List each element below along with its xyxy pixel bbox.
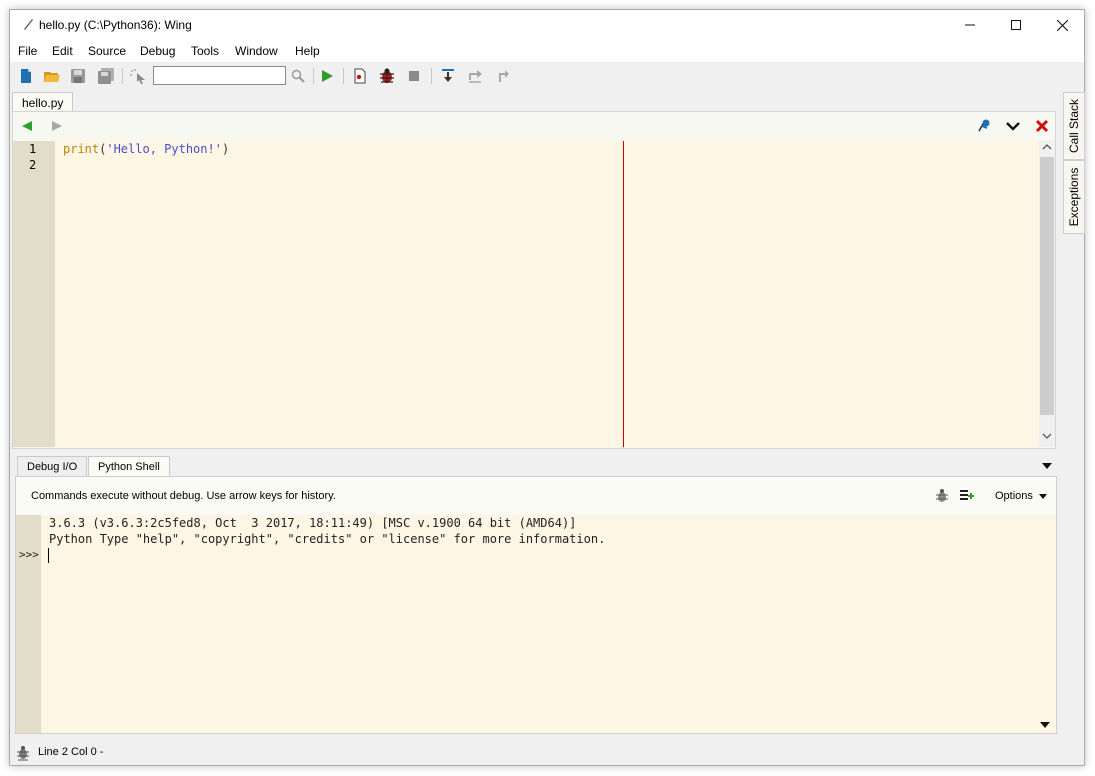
line-number: 1 [29, 142, 37, 156]
scroll-up-icon[interactable] [1039, 142, 1055, 156]
window-title: hello.py (C:\Python36): Wing [39, 18, 192, 32]
menu-tools[interactable]: Tools [191, 44, 219, 58]
toolbar-separator [122, 68, 123, 84]
code-paren-close: ) [221, 142, 230, 156]
code-editor[interactable]: print('Hello, Python!') [55, 141, 1039, 447]
code-line: print('Hello, Python!') [63, 142, 229, 156]
chevron-down-icon[interactable] [1003, 116, 1023, 136]
open-folder-icon[interactable] [42, 66, 62, 86]
panel-menu-arrow-icon[interactable] [1042, 461, 1054, 471]
side-panel-arrow-icon[interactable] [1040, 720, 1052, 730]
tab-exceptions[interactable]: Exceptions [1063, 160, 1085, 234]
toolbar-separator [431, 68, 432, 84]
wing-app-icon [21, 17, 35, 31]
close-editor-icon[interactable] [1032, 116, 1052, 136]
toolbar-separator [313, 68, 314, 84]
shell-prompt: >>> [19, 548, 39, 561]
options-dropdown-icon [1039, 494, 1048, 499]
options-label: Options [995, 490, 1033, 502]
text-caret [48, 548, 49, 563]
tab-hello-py[interactable]: hello.py [12, 92, 74, 112]
step-out-icon[interactable] [492, 66, 512, 86]
search-icon[interactable] [288, 66, 308, 86]
line-number-gutter: 1 2 [13, 141, 55, 447]
options-button[interactable]: Options [995, 490, 1048, 502]
maximize-button[interactable] [993, 10, 1039, 40]
step-over-icon[interactable] [465, 66, 485, 86]
status-bar: Line 2 Col 0 - [10, 741, 1084, 765]
title-bar: hello.py (C:\Python36): Wing [10, 10, 1084, 40]
python-shell-panel: Commands execute without debug. Use arro… [15, 476, 1057, 734]
code-string: 'Hello, Python!' [106, 142, 222, 156]
code-function: print [63, 142, 100, 156]
search-input[interactable] [153, 66, 286, 85]
menu-window[interactable]: Window [235, 44, 278, 58]
editor-nav-bar [13, 112, 1055, 140]
side-tool-tabs: Call Stack Exceptions [1063, 90, 1085, 250]
line-number: 2 [29, 158, 37, 172]
shell-input-area[interactable]: 3.6.3 (v3.6.3:2c5fed8, Oct 3 2017, 18:11… [41, 515, 1056, 733]
menu-source[interactable]: Source [88, 44, 126, 58]
tab-call-stack-label: Call Stack [1067, 98, 1081, 154]
tab-python-shell[interactable]: Python Shell [88, 456, 170, 477]
menu-debug[interactable]: Debug [140, 44, 175, 58]
stop-icon[interactable] [404, 66, 424, 86]
tab-debug-io[interactable]: Debug I/O [17, 456, 88, 477]
menu-edit[interactable]: Edit [52, 44, 73, 58]
menu-file[interactable]: File [18, 44, 37, 58]
save-all-icon[interactable] [96, 66, 116, 86]
scroll-down-icon[interactable] [1039, 431, 1055, 445]
search-pointer-icon[interactable] [128, 66, 148, 86]
shell-header: Commands execute without debug. Use arro… [16, 477, 1056, 515]
cursor-position-status: Line 2 Col 0 - [38, 746, 104, 758]
debug-bug-icon[interactable] [377, 66, 397, 86]
menu-help[interactable]: Help [295, 44, 320, 58]
toolbar-separator [343, 68, 344, 84]
run-icon[interactable] [317, 66, 337, 86]
editor-tab-bar: hello.py [10, 90, 1056, 112]
debug-shell-bug-icon[interactable] [934, 488, 950, 504]
bottom-tab-bar: Debug I/O Python Shell [10, 455, 1056, 477]
back-arrow-icon[interactable] [17, 116, 37, 136]
editor-vertical-scrollbar[interactable] [1039, 141, 1055, 447]
shell-output-line: Python Type "help", "copyright", "credit… [49, 532, 606, 546]
shell-output-line: 3.6.3 (v3.6.3:2c5fed8, Oct 3 2017, 18:11… [49, 516, 577, 530]
status-bug-icon[interactable] [13, 743, 33, 763]
breakpoint-file-icon[interactable] [350, 66, 370, 86]
menu-bar: File Edit Source Debug Tools Window Help [10, 40, 1084, 62]
tab-call-stack[interactable]: Call Stack [1063, 92, 1085, 160]
shell-add-icon[interactable] [959, 488, 975, 504]
edge-marker-line [623, 141, 624, 447]
toolbar [10, 62, 1084, 90]
scrollbar-thumb[interactable] [1040, 157, 1054, 415]
forward-arrow-icon[interactable] [47, 116, 67, 136]
app-window: hello.py (C:\Python36): Wing File Edit S… [9, 9, 1085, 766]
new-file-icon[interactable] [16, 66, 36, 86]
editor-panel: 1 2 print('Hello, Python!') [12, 111, 1056, 449]
tab-exceptions-label: Exceptions [1067, 167, 1081, 227]
shell-hint-text: Commands execute without debug. Use arro… [31, 490, 336, 502]
pin-icon[interactable] [974, 116, 994, 136]
save-icon[interactable] [68, 66, 88, 86]
minimize-button[interactable] [947, 10, 993, 40]
close-window-button[interactable] [1039, 10, 1085, 40]
step-into-icon[interactable] [438, 66, 458, 86]
